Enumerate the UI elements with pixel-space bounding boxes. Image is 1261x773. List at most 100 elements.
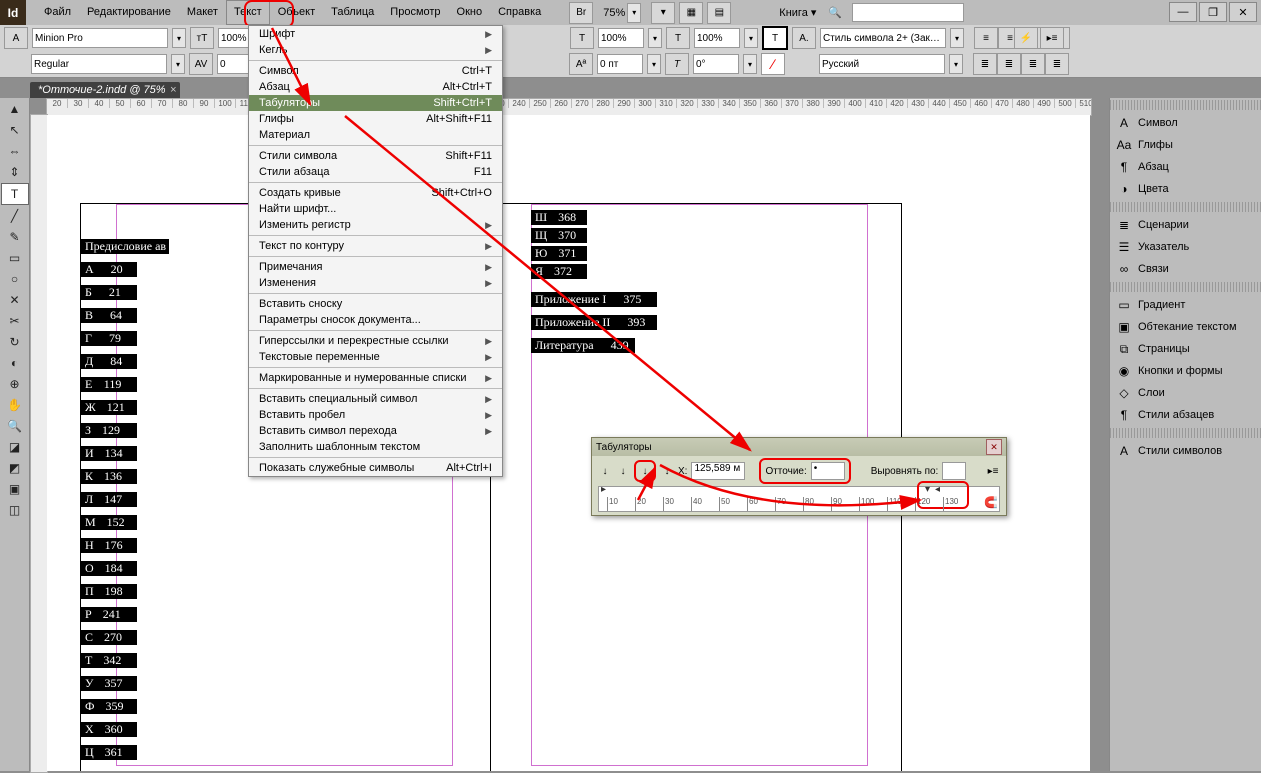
tab-align-center-icon[interactable]: ↓: [616, 464, 630, 478]
char-mode-icon[interactable]: A: [4, 27, 28, 49]
language-field[interactable]: Русский: [819, 54, 945, 74]
menu-объект[interactable]: Объект: [270, 0, 323, 25]
tool-swatch[interactable]: ◩: [2, 458, 28, 478]
tab-x-field[interactable]: 125,589 м: [691, 462, 745, 480]
menu-текст[interactable]: Текст: [226, 0, 270, 25]
justify-center-icon[interactable]: ≣: [997, 53, 1021, 75]
tool-15[interactable]: 🔍: [2, 416, 28, 436]
tool-swatch[interactable]: ◪: [2, 437, 28, 457]
baseline-field[interactable]: 0 пт: [597, 54, 643, 74]
panel-обтекание-текстом[interactable]: ▣Обтекание текстом: [1110, 316, 1261, 338]
tool-6[interactable]: ✎: [2, 227, 28, 247]
menuitem-вставить-символ-перехода[interactable]: Вставить символ перехода▶: [249, 423, 502, 439]
panel-стили-абзацев[interactable]: ¶Стили абзацев: [1110, 404, 1261, 426]
menuitem-глифы[interactable]: ГлифыAlt+Shift+F11: [249, 111, 502, 127]
tool-2[interactable]: ⇔: [2, 141, 28, 161]
panel-символ[interactable]: AСимвол: [1110, 112, 1261, 134]
tabs-panel[interactable]: Табуляторы ✕ ↓ ↓ ↓ ↓ X: 125,589 м Отточи…: [591, 437, 1007, 516]
tool-swatch[interactable]: ◫: [2, 500, 28, 520]
tabs-panel-menu-icon[interactable]: ▸≡: [986, 464, 1000, 478]
close-button[interactable]: ✕: [1229, 2, 1257, 22]
menu-справка[interactable]: Справка: [490, 0, 549, 25]
justify-right-icon[interactable]: ≣: [1021, 53, 1045, 75]
menuitem-текстовые-переменные[interactable]: Текстовые переменные▶: [249, 349, 502, 365]
scale-y-field[interactable]: 100%: [598, 28, 644, 48]
menuitem-табуляторы[interactable]: ТабуляторыShift+Ctrl+T: [249, 95, 502, 111]
screen-mode-button[interactable]: ▾: [651, 2, 675, 24]
tab-align-right-icon[interactable]: ↓: [634, 460, 656, 482]
panel-страницы[interactable]: ⧉Страницы: [1110, 338, 1261, 360]
panel-абзац[interactable]: ¶Абзац: [1110, 156, 1261, 178]
panel-стили-символов[interactable]: AСтили символов: [1110, 440, 1261, 462]
menuitem-маркированные-и-нумерованные-списки[interactable]: Маркированные и нумерованные списки▶: [249, 370, 502, 386]
tool-12[interactable]: ◐: [2, 353, 28, 373]
panel-указатель[interactable]: ☰Указатель: [1110, 236, 1261, 258]
fill-sample-icon[interactable]: T: [762, 26, 788, 50]
panel-градиент[interactable]: ▭Градиент: [1110, 294, 1261, 316]
panel-menu-icon[interactable]: ▸≡: [1040, 27, 1064, 49]
align-on-field[interactable]: [942, 462, 966, 480]
menuitem-изменения[interactable]: Изменения▶: [249, 275, 502, 291]
panel-глифы[interactable]: AaГлифы: [1110, 134, 1261, 156]
quick-apply-button[interactable]: ⚡: [1014, 27, 1038, 49]
menu-окно[interactable]: Окно: [449, 0, 491, 25]
menuitem-найти-шрифт...[interactable]: Найти шрифт...: [249, 201, 502, 217]
no-fill-icon[interactable]: ∕: [761, 53, 785, 75]
tool-swatch[interactable]: ▣: [2, 479, 28, 499]
panel-связи[interactable]: ∞Связи: [1110, 258, 1261, 280]
document-tab[interactable]: *Отточие-2.indd @ 75%×: [30, 82, 180, 98]
tool-1[interactable]: ↖: [2, 120, 28, 140]
menuitem-шрифт[interactable]: Шрифт▶: [249, 26, 502, 42]
menu-макет[interactable]: Макет: [179, 0, 226, 25]
leader-field[interactable]: •: [811, 462, 845, 480]
tool-8[interactable]: ○: [2, 269, 28, 289]
menuitem-заполнить-шаблонным-текстом[interactable]: Заполнить шаблонным текстом: [249, 439, 502, 455]
first-line-indent-marker[interactable]: ▸: [601, 484, 609, 492]
tool-13[interactable]: ⊕: [2, 374, 28, 394]
panel-цвета[interactable]: ◑Цвета: [1110, 178, 1261, 200]
tool-3[interactable]: ⇕: [2, 162, 28, 182]
panel-слои[interactable]: ◇Слои: [1110, 382, 1261, 404]
font-weight-field[interactable]: Regular: [31, 54, 167, 74]
zoom-level[interactable]: 75%: [603, 7, 625, 19]
menuitem-абзац[interactable]: АбзацAlt+Ctrl+T: [249, 79, 502, 95]
menuitem-вставить-сноску[interactable]: Вставить сноску: [249, 296, 502, 312]
menuitem-стили-абзаца[interactable]: Стили абзацаF11: [249, 164, 502, 180]
menu-редактирование[interactable]: Редактирование: [79, 0, 179, 25]
menuitem-вставить-специальный-символ[interactable]: Вставить специальный символ▶: [249, 391, 502, 407]
close-tab-icon[interactable]: ×: [170, 84, 176, 96]
tool-7[interactable]: ▭: [2, 248, 28, 268]
panel-кнопки-и-формы[interactable]: ◉Кнопки и формы: [1110, 360, 1261, 382]
tab-align-left-icon[interactable]: ↓: [598, 464, 612, 478]
align-left-icon[interactable]: ≡: [974, 27, 998, 49]
tool-10[interactable]: ✂: [2, 311, 28, 331]
arrange-button[interactable]: ▦: [679, 2, 703, 24]
char-style-field[interactable]: Стиль символа 2+ (Зак…: [820, 28, 946, 48]
menuitem-создать-кривые[interactable]: Создать кривыеShift+Ctrl+O: [249, 185, 502, 201]
bridge-button[interactable]: Br: [569, 2, 593, 24]
maximize-button[interactable]: ❐: [1199, 2, 1227, 22]
menu-файл[interactable]: Файл: [36, 0, 79, 25]
tool-4[interactable]: T: [1, 183, 29, 205]
minimize-button[interactable]: —: [1169, 2, 1197, 22]
search-input[interactable]: [852, 3, 964, 22]
tab-align-decimal-icon[interactable]: ↓: [660, 464, 674, 478]
tabs-ruler[interactable]: ▸ ▾ ◂ 102030405060708090100110120130: [598, 486, 1000, 512]
panel-сценарии[interactable]: ≣Сценарии: [1110, 214, 1261, 236]
magnet-icon[interactable]: 🧲: [984, 496, 998, 509]
font-family-field[interactable]: Minion Pro: [32, 28, 168, 48]
tool-0[interactable]: ▲: [2, 99, 28, 119]
tool-11[interactable]: ↻: [2, 332, 28, 352]
justify-left-icon[interactable]: ≣: [973, 53, 997, 75]
menuitem-символ[interactable]: СимволCtrl+T: [249, 63, 502, 79]
vscale-field[interactable]: 100%: [694, 28, 740, 48]
menuitem-вставить-пробел[interactable]: Вставить пробел▶: [249, 407, 502, 423]
menuitem-параметры-сносок-документа...[interactable]: Параметры сносок документа...: [249, 312, 502, 328]
justify-all-icon[interactable]: ≣: [1045, 53, 1069, 75]
menuitem-текст-по-контуру[interactable]: Текст по контуру▶: [249, 238, 502, 254]
menuitem-показать-служебные-символы[interactable]: Показать служебные символыAlt+Ctrl+I: [249, 460, 502, 476]
tabs-panel-close-icon[interactable]: ✕: [986, 439, 1002, 455]
menuitem-гиперссылки-и-перекрестные-ссылки[interactable]: Гиперссылки и перекрестные ссылки▶: [249, 333, 502, 349]
skew-field[interactable]: 0°: [693, 54, 739, 74]
workspace-dropdown[interactable]: Книга ▾: [775, 6, 820, 19]
